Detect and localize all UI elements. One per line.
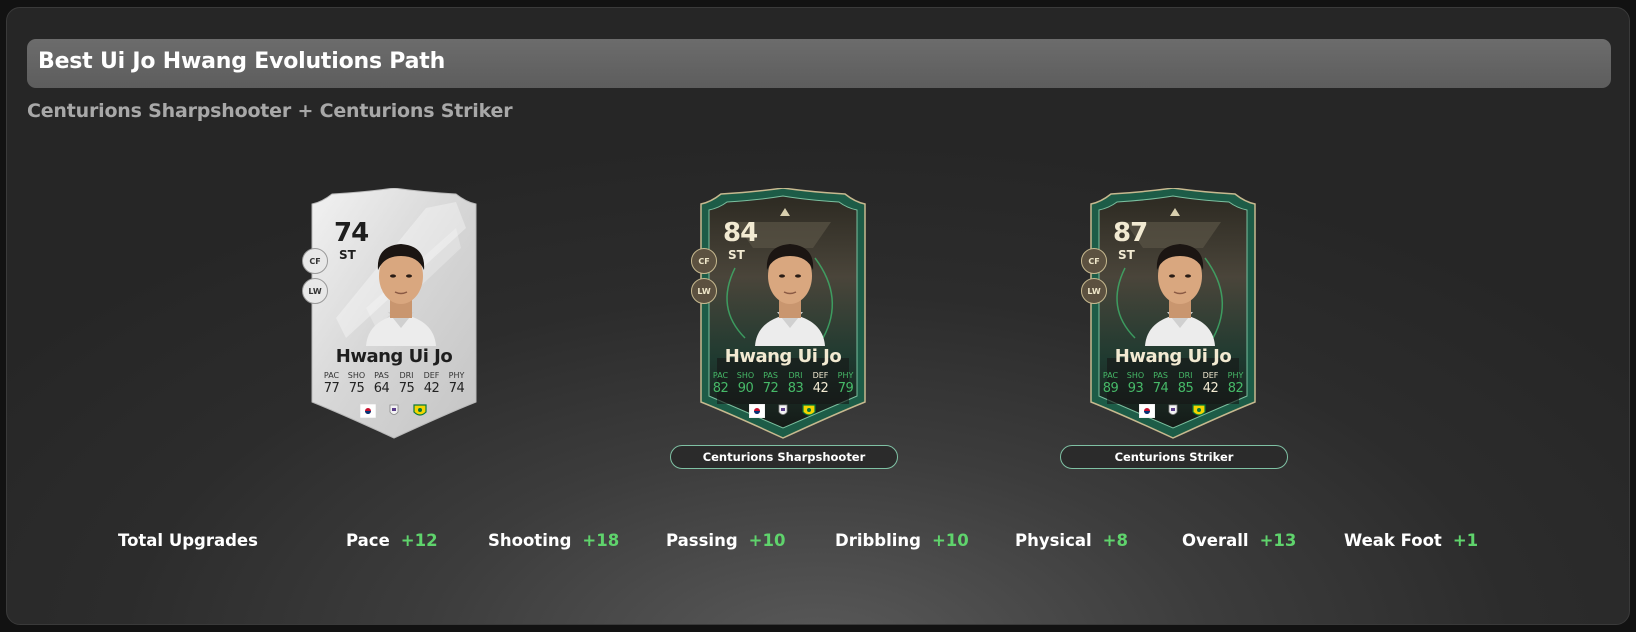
evolution-button-striker[interactable]: Centurions Striker	[1060, 445, 1288, 469]
card-badges	[695, 404, 871, 418]
player-name: Hwang Ui Jo	[1114, 346, 1232, 367]
upgrade-weak-foot: Weak Foot +1	[1344, 531, 1479, 550]
stat-pas: PAS 72	[762, 371, 779, 396]
player-portrait	[755, 244, 825, 346]
stat-def: DEF 42	[1202, 371, 1219, 396]
stat-dri: DRI 85	[1177, 371, 1194, 396]
evolution-button-sharpshooter[interactable]: Centurions Sharpshooter	[670, 445, 898, 469]
alt-position-badge: CF	[1081, 248, 1107, 274]
korea-flag-icon	[1139, 404, 1155, 418]
stat-pac: PAC 82	[712, 371, 729, 396]
stat-sho: SHO 93	[1126, 371, 1145, 396]
card-badges	[306, 404, 482, 418]
club-crest-icon	[802, 404, 816, 416]
league-icon	[1168, 404, 1178, 415]
player-name: Hwang Ui Jo	[724, 346, 842, 367]
stat-phy: PHY 74	[448, 371, 465, 396]
player-name: Hwang Ui Jo	[335, 346, 453, 367]
evolution-path-subtitle: Centurions Sharpshooter + Centurions Str…	[27, 100, 513, 122]
upgrade-pace: Pace +12	[346, 531, 438, 550]
league-icon	[778, 404, 788, 415]
league-icon	[389, 404, 399, 415]
total-upgrades-label: Total Upgrades	[118, 531, 258, 550]
base-player-card[interactable]: 74 ST CF LW Hwang Ui Jo PAC 77 SHO 75 PAS 6…	[302, 188, 482, 444]
stat-row: PAC 89 SHO 93 PAS 74 DRI 85 DEF 42 PHY 82	[1085, 371, 1261, 396]
stat-sho: SHO 90	[736, 371, 755, 396]
stat-phy: PHY 82	[1227, 371, 1244, 396]
stat-phy: PHY 79	[837, 371, 854, 396]
upgrade-passing: Passing +10	[666, 531, 786, 550]
upgrade-dribbling: Dribbling +10	[835, 531, 969, 550]
club-crest-icon	[1192, 404, 1206, 416]
evolution-path-panel: Best Ui Jo Hwang Evolutions Path Centuri…	[6, 7, 1630, 625]
card-position: ST	[1118, 248, 1135, 262]
stat-pas: PAS 64	[373, 371, 390, 396]
stat-def: DEF 42	[423, 371, 440, 396]
stat-dri: DRI 83	[787, 371, 804, 396]
page-title: Best Ui Jo Hwang Evolutions Path	[38, 49, 446, 74]
stat-dri: DRI 75	[398, 371, 415, 396]
stat-sho: SHO 75	[347, 371, 366, 396]
stat-pac: PAC 77	[323, 371, 340, 396]
club-crest-icon	[413, 404, 427, 416]
alt-position-badge: LW	[302, 278, 328, 304]
stat-def: DEF 42	[812, 371, 829, 396]
stat-row: PAC 82 SHO 90 PAS 72 DRI 83 DEF 42 PHY 79	[695, 371, 871, 396]
alt-position-badge: LW	[1081, 278, 1107, 304]
alt-position-badge: LW	[691, 278, 717, 304]
card-badges	[1085, 404, 1261, 418]
upgrade-physical: Physical +8	[1015, 531, 1128, 550]
upgrade-overall: Overall +13	[1182, 531, 1297, 550]
upgrade-shooting: Shooting +18	[488, 531, 620, 550]
alt-position-badge: CF	[691, 248, 717, 274]
card-position: ST	[339, 248, 356, 262]
korea-flag-icon	[360, 404, 376, 418]
alt-position-badge: CF	[302, 248, 328, 274]
korea-flag-icon	[749, 404, 765, 418]
evolved-player-card[interactable]: 87 ST CF LW Hwang Ui Jo PAC 89 SHO 93 PAS 7…	[1081, 188, 1261, 444]
stat-pas: PAS 74	[1152, 371, 1169, 396]
player-portrait	[366, 244, 436, 346]
title-bar: Best Ui Jo Hwang Evolutions Path	[27, 39, 1611, 88]
stat-pac: PAC 89	[1102, 371, 1119, 396]
card-position: ST	[728, 248, 745, 262]
player-portrait	[1145, 244, 1215, 346]
stat-row: PAC 77 SHO 75 PAS 64 DRI 75 DEF 42 PHY 74	[306, 371, 482, 396]
evolved-player-card[interactable]: 84 ST CF LW Hwang Ui Jo PAC 82 SHO 90 PAS 7…	[691, 188, 871, 444]
